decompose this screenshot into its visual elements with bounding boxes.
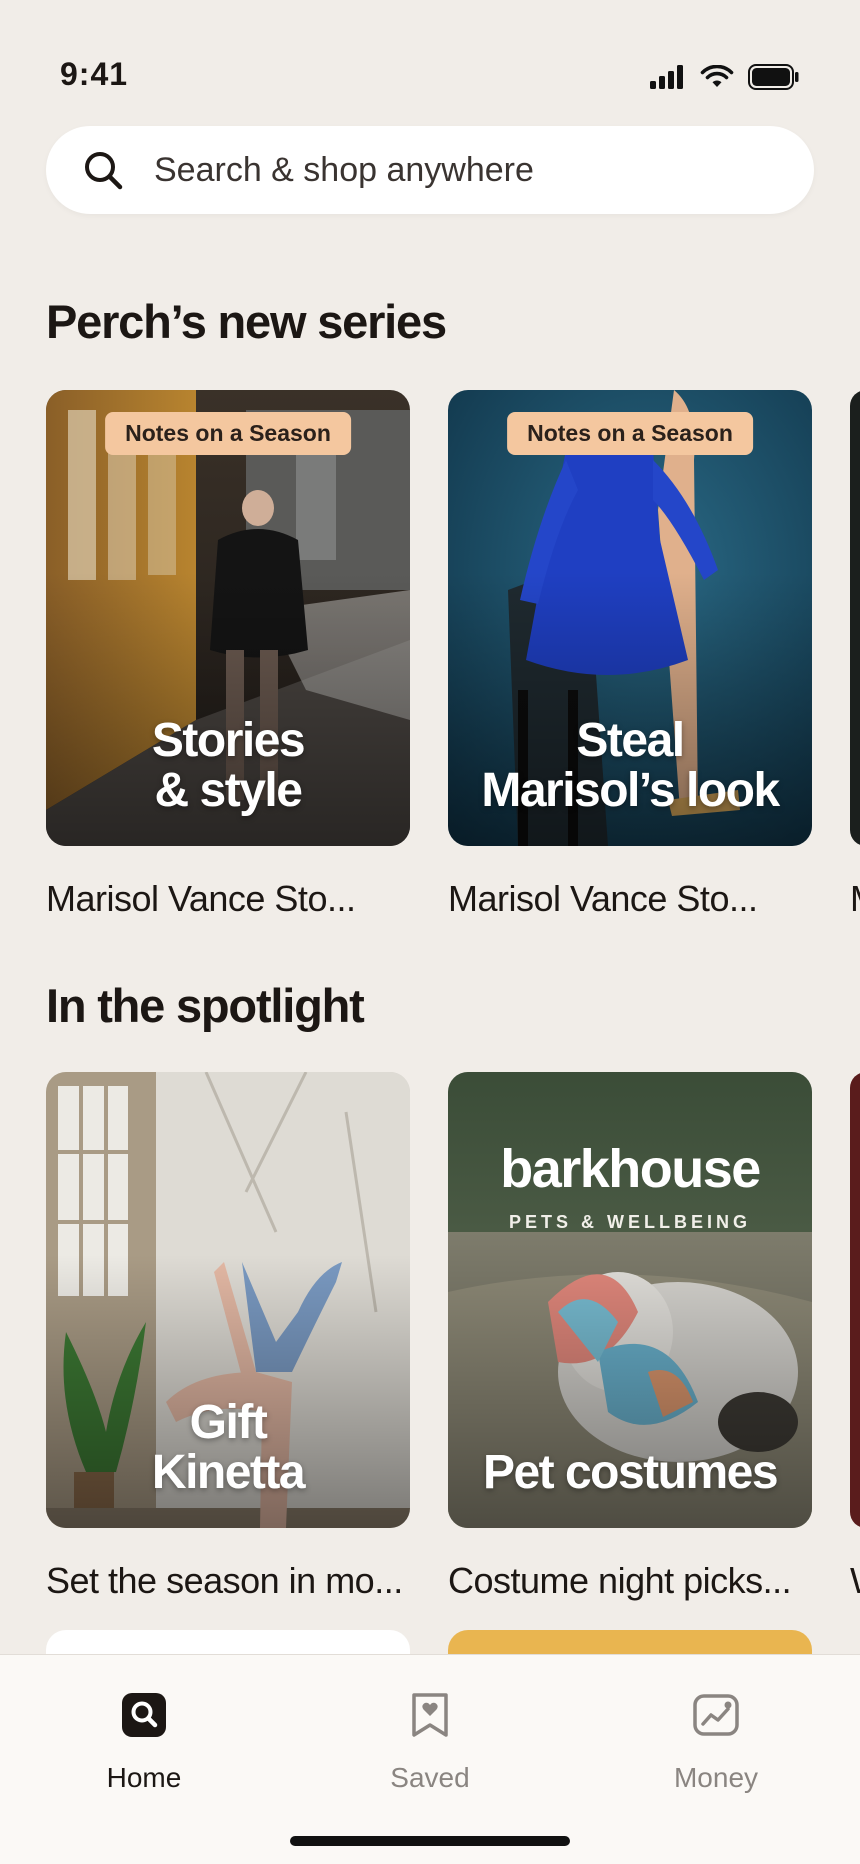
cellular-signal-icon [650, 65, 683, 89]
home-screen: 9:41 Search & shop anywhere Perch’s new … [0, 0, 860, 1864]
tab-label: Saved [390, 1762, 470, 1793]
card-title-line: Marisol’s look [481, 764, 780, 817]
spotlight-card-gift[interactable]: Gift Kinetta [46, 1072, 410, 1528]
card-title: Stories & style [46, 716, 410, 816]
section-title-spotlight: In the spotlight [46, 979, 365, 1032]
brand-subtitle: PETS & WELLBEING [508, 1212, 751, 1232]
series-badge: Notes on a Season [105, 412, 351, 455]
battery-icon [748, 64, 799, 90]
card-title-line: Kinetta [151, 1446, 306, 1499]
search-bar[interactable]: Search & shop anywhere [46, 126, 814, 214]
card-title: Steal Marisol’s look [448, 716, 812, 816]
card-caption-peek: M [850, 878, 860, 918]
bookmark-heart-icon [412, 1693, 448, 1737]
card-caption[interactable]: Marisol Vance Sto... [448, 878, 758, 920]
search-icon [85, 152, 123, 190]
home-indicator [290, 1836, 570, 1846]
series-badge: Notes on a Season [507, 412, 753, 455]
tab-saved[interactable]: Saved [330, 1691, 530, 1794]
card-caption-peek: W [850, 1560, 860, 1600]
card-title-line: Steal [576, 714, 685, 767]
wifi-icon [700, 65, 734, 87]
tab-money[interactable]: Money [616, 1691, 816, 1794]
card-caption[interactable]: Set the season in mo... [46, 1560, 403, 1602]
tab-home[interactable]: Home [44, 1691, 244, 1794]
series-card-stories[interactable]: Notes on a Season Stories & style [46, 390, 410, 846]
card-title-line: Pet costumes [482, 1446, 779, 1499]
search-bag-icon [122, 1693, 166, 1737]
chart-trend-icon [693, 1694, 739, 1736]
brand-logo: barkhouse [500, 1139, 761, 1199]
status-icons [650, 64, 800, 90]
section-title-series: Perch’s new series [46, 295, 447, 348]
spotlight-card-pet-costumes[interactable]: barkhouse PETS & WELLBEING Pet costumes [448, 1072, 812, 1528]
tab-label: Home [106, 1762, 182, 1793]
card-title-line: Stories [151, 714, 306, 767]
card-title-line: & style [154, 764, 303, 817]
search-input[interactable]: Search & shop anywhere [154, 151, 534, 190]
series-card-steal-look[interactable]: Notes on a Season Steal Marisol’s look [448, 390, 812, 846]
card-title: Gift Kinetta [46, 1398, 410, 1498]
card-caption[interactable]: Marisol Vance Sto... [46, 878, 356, 920]
status-time: 9:41 [60, 56, 129, 92]
tab-bar: Home Saved Money [0, 1654, 860, 1864]
card-title-line: Gift [189, 1396, 268, 1449]
tab-label: Money [673, 1762, 759, 1793]
spotlight-card-peek[interactable] [850, 1072, 860, 1528]
card-title: Pet costumes [448, 1448, 812, 1498]
series-card-peek[interactable] [850, 390, 860, 846]
card-caption[interactable]: Costume night picks... [448, 1560, 792, 1602]
